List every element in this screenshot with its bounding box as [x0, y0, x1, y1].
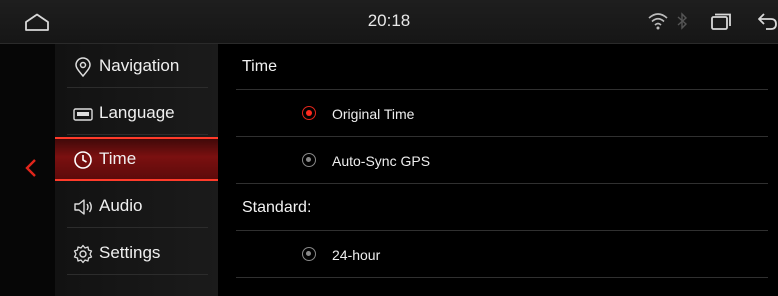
option-auto-sync-gps[interactable]: Auto-Sync GPS	[218, 138, 768, 184]
option-24-hour[interactable]: 24-hour	[218, 232, 768, 278]
divider	[236, 277, 768, 278]
sidebar-item-label: Time	[99, 149, 137, 168]
radio-button[interactable]	[302, 247, 316, 261]
divider	[67, 227, 208, 228]
window-icon[interactable]	[710, 13, 732, 31]
divider	[67, 274, 208, 275]
section-header-time: Time	[218, 44, 768, 90]
section-header-standard: Standard:	[218, 185, 768, 231]
gear-icon	[73, 244, 93, 264]
divider	[236, 136, 768, 137]
divider	[236, 183, 768, 184]
clock-icon	[74, 151, 92, 169]
active-highlight-bottom	[55, 179, 218, 181]
sidebar-item-language[interactable]: Language	[55, 91, 218, 135]
keyboard-icon	[73, 108, 93, 121]
sidebar-item-settings[interactable]: Settings	[55, 231, 218, 275]
section-title: Time	[242, 58, 277, 75]
option-label: 24-hour	[332, 247, 381, 263]
sidebar-item-label: Settings	[99, 243, 161, 262]
location-pin-icon	[75, 57, 91, 77]
sidebar-item-navigation[interactable]: Navigation	[55, 44, 218, 88]
active-highlight-top	[55, 137, 218, 139]
divider	[236, 230, 768, 231]
bluetooth-icon	[677, 12, 688, 30]
divider	[67, 134, 208, 135]
settings-content: Time Original Time Auto-Sync GPS Standar…	[218, 44, 778, 296]
radio-button-selected[interactable]	[302, 106, 316, 120]
sidebar: Navigation Language Time Audio Settings	[55, 44, 218, 296]
sidebar-item-label: Navigation	[99, 56, 180, 75]
radio-button[interactable]	[302, 153, 316, 167]
radio-dot	[306, 157, 311, 162]
status-bar: 20:18	[0, 0, 778, 44]
speaker-icon	[74, 199, 92, 215]
radio-dot	[306, 251, 311, 256]
back-icon[interactable]	[756, 12, 778, 32]
divider	[236, 89, 768, 90]
wifi-icon	[648, 13, 668, 30]
chevron-left-icon[interactable]	[25, 158, 37, 178]
option-original-time[interactable]: Original Time	[218, 91, 768, 137]
sidebar-item-audio[interactable]: Audio	[55, 184, 218, 228]
sidebar-item-time[interactable]: Time	[55, 137, 218, 181]
sidebar-item-label: Audio	[99, 196, 143, 215]
option-label: Auto-Sync GPS	[332, 153, 431, 169]
option-label: Original Time	[332, 106, 415, 122]
sidebar-item-label: Language	[99, 103, 175, 122]
section-title: Standard:	[242, 199, 312, 216]
divider	[67, 87, 208, 88]
radio-dot	[305, 109, 312, 116]
